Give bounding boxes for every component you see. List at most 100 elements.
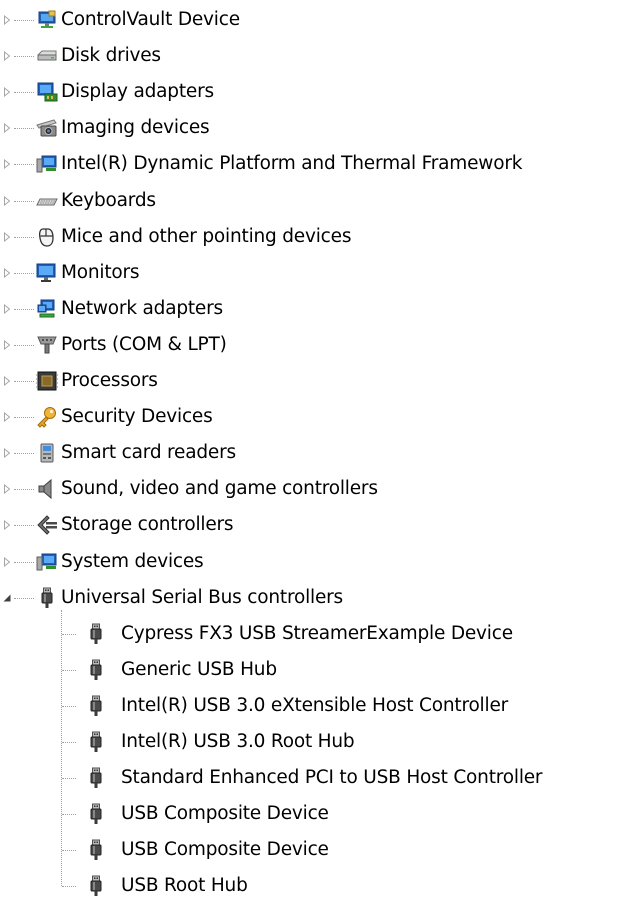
tree-connector-line (62, 886, 76, 888)
tree-item-label: Intel(R) USB 3.0 eXtensible Host Control… (121, 694, 509, 716)
tree-connector-line (14, 164, 34, 166)
tree-item-label: USB Composite Device (121, 803, 329, 825)
collapsed-arrow-icon[interactable] (2, 448, 12, 459)
collapsed-arrow-icon[interactable] (2, 15, 12, 25)
tree-item-usb-device[interactable]: USB Composite Device (0, 796, 624, 832)
usb-plug-icon (85, 695, 107, 717)
tree-item-category[interactable]: System devices (0, 544, 624, 580)
collapsed-arrow-icon[interactable] (2, 376, 12, 386)
usb-plug-icon (85, 767, 107, 789)
tree-item-category[interactable]: Storage controllers (0, 507, 624, 543)
usb-plug-icon (85, 839, 107, 861)
collapsed-arrow-icon[interactable] (2, 195, 12, 206)
collapsed-arrow-icon[interactable] (2, 51, 12, 62)
tree-connector-line (14, 128, 34, 130)
tree-item-usb-device[interactable]: Intel(R) USB 3.0 eXtensible Host Control… (0, 688, 624, 724)
usb-plug-icon (36, 587, 58, 609)
camera-icon (36, 117, 58, 139)
usb-plug-icon (85, 731, 107, 753)
tree-connector-line (14, 489, 34, 491)
tree-item-category[interactable]: Intel(R) Dynamic Platform and Thermal Fr… (0, 146, 624, 182)
collapsed-arrow-icon[interactable] (2, 87, 12, 98)
tree-item-category[interactable]: Imaging devices (0, 110, 624, 146)
collapsed-arrow-icon[interactable] (2, 484, 12, 495)
tree-connector-line (14, 597, 34, 599)
usb-plug-icon (85, 875, 107, 897)
tree-item-category[interactable]: Security Devices (0, 399, 624, 435)
tree-connector-line (62, 669, 76, 671)
tree-item-usb-device[interactable]: USB Root Hub (0, 868, 624, 904)
tree-connector-line (14, 56, 34, 58)
tree-item-label: Security Devices (61, 406, 213, 428)
tree-item-label: Sound, video and game controllers (61, 478, 378, 500)
tree-item-category[interactable]: Mice and other pointing devices (0, 219, 624, 255)
system-device-icon (36, 551, 58, 573)
tree-item-usb-device[interactable]: USB Composite Device (0, 832, 624, 868)
tree-item-usb-device[interactable]: Cypress FX3 USB StreamerExample Device (0, 616, 624, 652)
tree-item-label: Display adapters (61, 81, 214, 103)
speaker-icon (36, 478, 58, 500)
tree-item-label: Generic USB Hub (121, 658, 277, 680)
tree-item-category[interactable]: ControlVault Device (0, 2, 624, 38)
tree-item-label: Mice and other pointing devices (61, 225, 352, 247)
tree-connector-line (14, 417, 34, 419)
tree-connector-line (62, 705, 76, 707)
tree-item-label: Universal Serial Bus controllers (61, 586, 343, 608)
tree-item-label: Storage controllers (61, 514, 234, 536)
tree-connector-line (62, 850, 76, 852)
tree-item-category[interactable]: Network adapters (0, 291, 624, 327)
collapsed-arrow-icon[interactable] (2, 556, 12, 567)
tree-connector-line (14, 381, 34, 382)
tree-item-category[interactable]: Universal Serial Bus controllers (0, 580, 624, 616)
tree-item-label: Monitors (61, 261, 140, 283)
collapsed-arrow-icon[interactable] (2, 267, 12, 278)
tree-connector-line (14, 308, 34, 310)
collapsed-arrow-icon[interactable] (2, 520, 12, 531)
tree-connector-line (62, 742, 76, 743)
tree-item-label: USB Root Hub (121, 875, 248, 897)
tree-item-category[interactable]: Sound, video and game controllers (0, 471, 624, 507)
tree-item-category[interactable]: Disk drives (0, 38, 624, 74)
tree-item-label: USB Composite Device (121, 839, 329, 861)
tree-item-category[interactable]: Smart card readers (0, 435, 624, 471)
collapsed-arrow-icon[interactable] (2, 123, 12, 134)
tree-connector-line (14, 236, 34, 238)
tree-item-label: Processors (61, 370, 158, 391)
collapsed-arrow-icon[interactable] (2, 412, 12, 423)
tree-item-category[interactable]: Keyboards (0, 183, 624, 219)
tree-item-category[interactable]: Display adapters (0, 74, 624, 110)
collapsed-arrow-icon[interactable] (2, 339, 12, 350)
tree-item-label: Intel(R) USB 3.0 Root Hub (121, 731, 355, 752)
tree-item-label: Intel(R) Dynamic Platform and Thermal Fr… (61, 153, 523, 175)
tree-connector-line (14, 272, 34, 274)
tree-item-category[interactable]: Monitors (0, 255, 624, 291)
storage-controller-icon (36, 514, 58, 536)
tree-connector-line (14, 20, 34, 21)
mouse-icon (36, 226, 58, 248)
collapsed-arrow-icon[interactable] (2, 159, 12, 170)
tree-item-category[interactable]: Ports (COM & LPT) (0, 327, 624, 363)
processor-icon (36, 370, 58, 392)
tree-connector-line (62, 778, 76, 780)
port-icon (36, 334, 58, 356)
tree-item-usb-device[interactable]: Intel(R) USB 3.0 Root Hub (0, 724, 624, 760)
collapsed-arrow-icon[interactable] (2, 303, 12, 314)
collapsed-arrow-icon[interactable] (2, 231, 12, 242)
tree-item-label: Smart card readers (61, 442, 236, 464)
usb-plug-icon (85, 803, 107, 825)
tree-connector-line (14, 92, 34, 94)
tree-item-label: Cypress FX3 USB StreamerExample Device (121, 622, 513, 644)
tree-connector-line (62, 814, 76, 816)
tree-item-label: ControlVault Device (61, 9, 240, 30)
tree-item-usb-device[interactable]: Standard Enhanced PCI to USB Host Contro… (0, 760, 624, 796)
tree-item-label: Keyboards (61, 189, 156, 211)
tree-item-label: Standard Enhanced PCI to USB Host Contro… (121, 767, 543, 789)
network-adapter-icon (36, 298, 58, 320)
tree-item-usb-device[interactable]: Generic USB Hub (0, 652, 624, 688)
tree-item-label: Network adapters (61, 297, 223, 319)
monitor-icon (36, 262, 58, 284)
tree-connector-line (14, 200, 34, 202)
expanded-arrow-icon[interactable] (2, 593, 12, 603)
tree-item-category[interactable]: Processors (0, 363, 624, 399)
system-device-icon (36, 153, 58, 175)
